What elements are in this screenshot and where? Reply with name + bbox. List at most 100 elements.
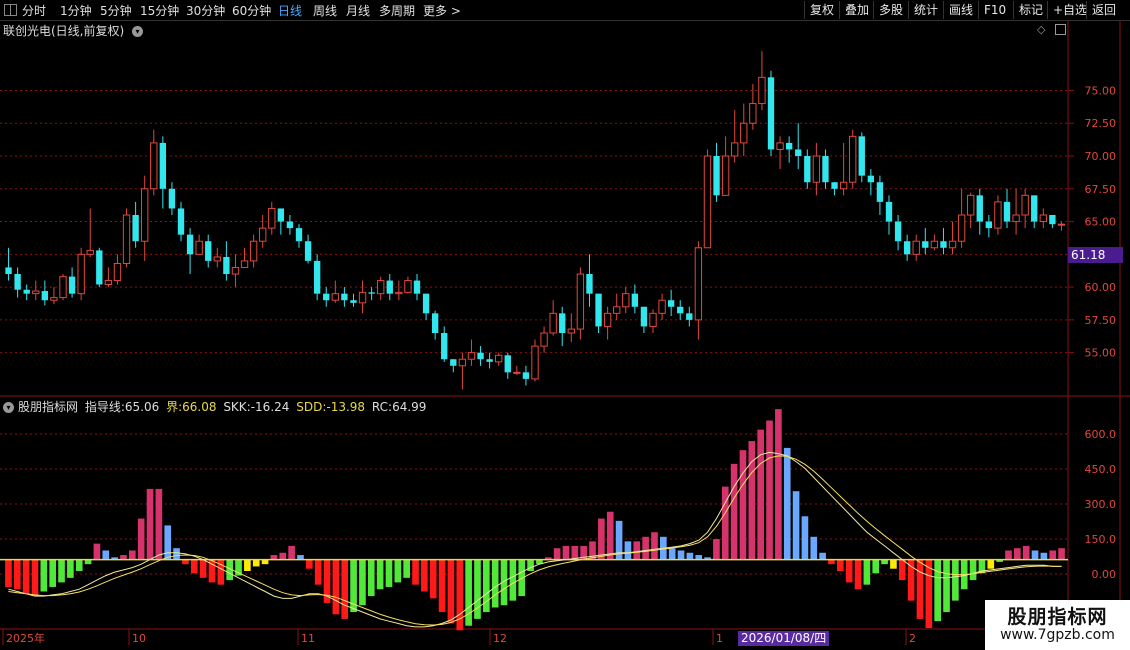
- histogram-bar: [863, 559, 871, 585]
- histogram-bar: [244, 559, 251, 571]
- chevron-down-icon[interactable]: ▾: [132, 26, 144, 37]
- candle-body: [658, 299, 666, 314]
- candle-body: [268, 207, 276, 229]
- histogram-bar: [987, 559, 995, 569]
- histogram-bar: [279, 552, 287, 560]
- candle-body: [549, 312, 557, 334]
- histogram-bar: [624, 541, 632, 560]
- candle-body: [849, 135, 857, 183]
- histogram-bar: [438, 559, 446, 613]
- histogram-bar: [730, 463, 738, 560]
- histogram-bar: [739, 450, 747, 560]
- candle-body: [1057, 223, 1066, 226]
- candle-body: [5, 267, 12, 274]
- candle-body: [559, 313, 566, 333]
- indicator-name: 股朋指标网: [18, 400, 79, 414]
- candle-body: [540, 332, 548, 347]
- histogram-bar: [686, 552, 694, 560]
- stock-title[interactable]: 联创光电(日线,前复权) ▾: [3, 22, 144, 39]
- candle-body: [703, 155, 712, 249]
- candle-body: [776, 142, 784, 150]
- histogram-bar: [748, 441, 756, 560]
- candle-body: [994, 201, 1002, 229]
- candle-body: [867, 175, 875, 183]
- histogram-bar: [668, 548, 676, 560]
- stock-chart[interactable]: 75.0072.5070.0067.5065.0062.5060.0057.50…: [0, 0, 1130, 650]
- candle-body: [686, 313, 693, 320]
- candle-body: [576, 273, 585, 330]
- candle-body: [422, 293, 430, 314]
- histogram-bar: [606, 511, 614, 560]
- histogram-bar: [934, 559, 941, 622]
- candle-body: [395, 291, 403, 295]
- candle-body: [922, 241, 929, 248]
- candle-body: [313, 260, 321, 294]
- candle-body: [150, 142, 158, 190]
- indicator-field-label: RC:: [371, 400, 393, 414]
- candle-body: [122, 214, 131, 265]
- indicator-field-value: 64.99: [392, 400, 427, 414]
- candle-body: [368, 292, 375, 294]
- candle-body: [631, 293, 639, 307]
- indicator-field-value: 66.08: [182, 400, 217, 414]
- candle-body: [948, 240, 957, 249]
- indicator-field-label: 指导线:: [84, 400, 125, 414]
- candle-body: [640, 306, 648, 327]
- candle-body: [767, 77, 775, 150]
- histogram-bar: [677, 550, 685, 560]
- price-axis-label: 67.50: [1085, 183, 1117, 196]
- candle-body: [586, 274, 593, 294]
- histogram-bar: [916, 559, 924, 619]
- candle-body: [68, 276, 76, 294]
- histogram-bar: [925, 559, 933, 628]
- indicator-axis-label: 300.0: [1085, 498, 1117, 511]
- time-axis-label: 12: [493, 632, 507, 645]
- histogram-bar: [75, 559, 83, 571]
- indicator-field-label: SKK:: [223, 400, 251, 414]
- histogram-bar: [775, 409, 782, 560]
- histogram-bar: [509, 559, 517, 601]
- candle-body: [967, 194, 975, 216]
- indicator-axis-label: 600.0: [1085, 428, 1117, 441]
- histogram-bar: [376, 559, 384, 590]
- watermark-logo: 股朋指标网 www.7gpzb.com: [985, 600, 1130, 650]
- histogram-bar: [102, 550, 110, 560]
- cursor-date-tag: 2026/01/08/四: [738, 631, 830, 646]
- candle-body: [441, 333, 448, 360]
- candle-body: [976, 195, 983, 222]
- histogram-bar: [252, 559, 260, 567]
- time-axis-label: 2: [909, 632, 916, 645]
- histogram-bar: [598, 518, 605, 560]
- stock-name: 联创光电(日线,前复权): [3, 24, 125, 38]
- histogram-bar: [651, 532, 658, 560]
- candle-body: [96, 250, 103, 285]
- chevron-down-icon[interactable]: ▾: [3, 402, 14, 413]
- price-axis-label: 55.00: [1085, 347, 1117, 360]
- candle-body: [240, 260, 249, 268]
- histogram-bar: [810, 536, 818, 560]
- histogram-bar: [129, 550, 136, 560]
- indicator-title[interactable]: ▾ 股朋指标网 指导线:65.06 界:66.08 SKK:-16.24 SDD:…: [3, 398, 429, 415]
- candle-body: [667, 300, 675, 307]
- histogram-bar: [40, 559, 48, 592]
- candle-body: [141, 188, 149, 242]
- candle-body: [985, 221, 993, 229]
- candle-body: [14, 274, 21, 290]
- histogram-bar: [137, 518, 145, 560]
- candle-body: [331, 293, 339, 301]
- histogram-bar: [952, 559, 959, 601]
- window-icon[interactable]: [1055, 24, 1066, 35]
- candle-body: [231, 266, 240, 275]
- candle-body: [223, 256, 230, 274]
- diamond-icon[interactable]: ◇: [1037, 23, 1045, 36]
- candle-body: [731, 142, 739, 157]
- indicator-axis-label: 450.0: [1085, 463, 1117, 476]
- histogram-bar: [801, 516, 809, 560]
- price-axis-label: 75.00: [1085, 84, 1117, 97]
- price-axis-label: 65.00: [1085, 216, 1117, 229]
- candle-body: [1031, 195, 1038, 222]
- histogram-bar: [314, 559, 322, 585]
- histogram-bar: [58, 559, 65, 583]
- histogram-bar: [483, 559, 490, 613]
- candle-body: [159, 142, 167, 189]
